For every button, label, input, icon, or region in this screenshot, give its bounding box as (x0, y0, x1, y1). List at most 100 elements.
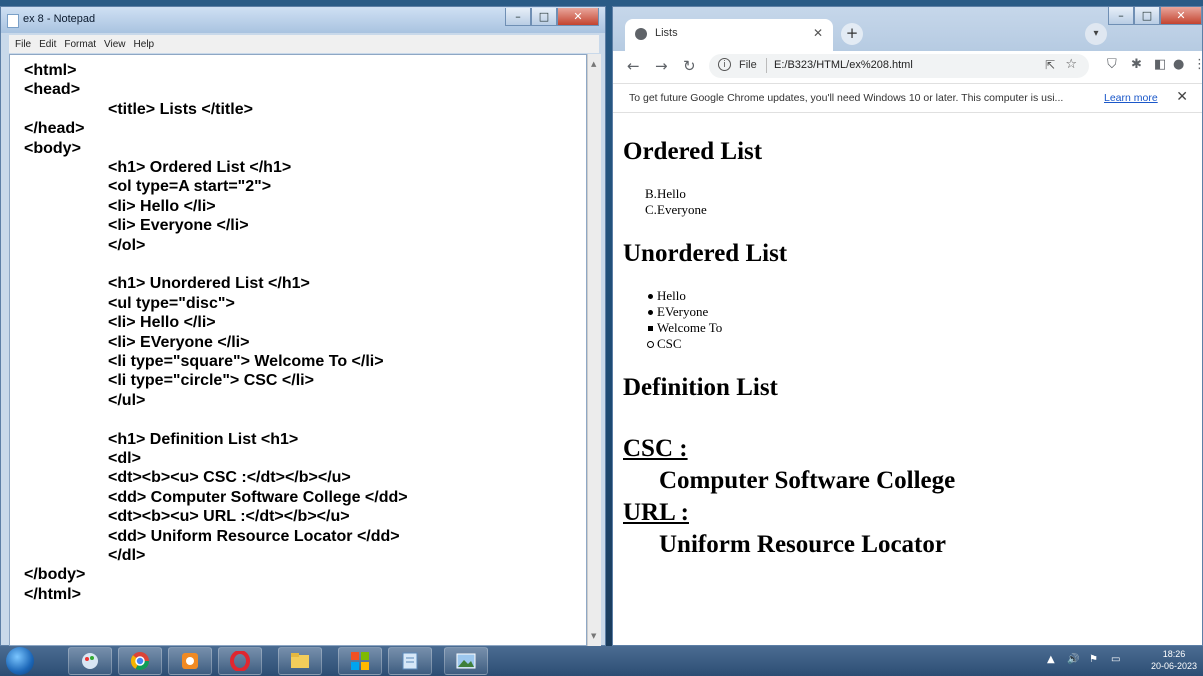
menu-view[interactable]: View (104, 39, 126, 50)
desktop: ex 8 - Notepad – □ ✕ File Edit Format Vi… (0, 0, 1203, 676)
code-line: <head> (24, 81, 81, 99)
menu-help[interactable]: Help (134, 39, 155, 50)
close-icon[interactable]: ✕ (557, 8, 599, 26)
photo-viewer-app-icon[interactable] (444, 647, 488, 675)
notepad-titlebar[interactable]: ex 8 - Notepad – □ ✕ (1, 7, 605, 33)
browser-close-icon[interactable]: ✕ (1160, 7, 1202, 25)
code-line: </ul> (108, 391, 146, 409)
url-scheme-label: File (739, 59, 757, 71)
opera-app-icon[interactable] (218, 647, 262, 675)
infobar-message: To get future Google Chrome updates, you… (629, 92, 1064, 104)
scroll-up-icon[interactable]: ▲ (591, 60, 596, 68)
image-icon (456, 653, 476, 669)
notepad-task-button[interactable] (388, 647, 432, 675)
browser-tab[interactable]: Lists ✕ (625, 19, 833, 51)
url-text[interactable]: E:/B323/HTML/ex%208.html (774, 59, 913, 71)
menu-file[interactable]: File (15, 39, 31, 50)
globe-icon (635, 28, 647, 40)
minimize-icon[interactable]: – (505, 8, 531, 26)
address-bar[interactable]: i File E:/B323/HTML/ex%208.html ⇱ ☆ (709, 54, 1089, 78)
infobar-close-icon[interactable]: ✕ (1176, 89, 1188, 105)
browser-tabstrip: Lists ✕ + ▾ – □ ✕ (613, 7, 1202, 51)
share-icon[interactable]: ⇱ (1045, 58, 1055, 72)
tray-expand-icon[interactable]: ▲ (1047, 654, 1055, 665)
extensions-puzzle-icon[interactable]: ✱ (1131, 57, 1142, 72)
code-line: <li> Hello </li> (108, 314, 216, 332)
unordered-item-3: Welcome To (657, 320, 723, 335)
ordered-marker-1: B. (645, 186, 657, 201)
code-line: <li type="circle"> CSC </li> (108, 372, 314, 390)
code-line: </dl> (108, 547, 146, 564)
tab-title: Lists (655, 27, 678, 39)
browser-maximize-icon[interactable]: □ (1134, 7, 1160, 25)
paint-app-icon[interactable] (68, 647, 112, 675)
code-line: <ul type="disc"> (108, 294, 235, 312)
notepad-text-area[interactable]: <html> <head> <title> Lists </title> </head… (9, 54, 587, 646)
code-line: <dl> (108, 450, 141, 467)
tab-close-icon[interactable]: ✕ (813, 26, 823, 40)
network-icon[interactable]: ▭ (1111, 654, 1120, 665)
windows-logo-icon (351, 652, 369, 670)
code-line: <dd> Uniform Resource Locator </dd> (108, 527, 400, 545)
code-line: <h1> Unordered List </h1> (108, 275, 310, 293)
learn-more-link[interactable]: Learn more (1104, 92, 1158, 104)
taskbar-clock[interactable]: 18:26 20-06-2023 (1151, 648, 1197, 672)
definition-term-1: CSC : (623, 435, 688, 462)
info-icon[interactable]: i (718, 58, 731, 71)
bookmark-star-icon[interactable]: ☆ (1065, 57, 1077, 72)
folder-icon (291, 653, 309, 668)
browser-minimize-icon[interactable]: – (1108, 7, 1134, 25)
square-bullet-icon (648, 326, 653, 331)
code-line: <h1> Ordered List </h1> (108, 159, 292, 176)
scroll-down-icon[interactable]: ▼ (591, 632, 596, 640)
ordered-item-1: Hello (657, 186, 686, 201)
paint-icon (82, 653, 98, 669)
back-arrow-icon[interactable]: ← (627, 57, 640, 75)
profile-avatar-icon[interactable]: ● (1173, 57, 1184, 72)
chrome-app-icon[interactable] (118, 647, 162, 675)
clock-date: 20-06-2023 (1150, 661, 1197, 671)
code-line: <h1> Definition List <h1> (108, 430, 299, 448)
code-line: <body> (24, 139, 81, 157)
disc-bullet-icon (648, 294, 653, 299)
maximize-icon[interactable]: □ (531, 8, 557, 26)
chrome-icon (130, 652, 149, 671)
reload-icon[interactable]: ↻ (683, 57, 696, 75)
explorer-app-icon[interactable] (278, 647, 322, 675)
tab-search-icon[interactable]: ▾ (1085, 23, 1107, 45)
definition-term-2: URL : (623, 499, 689, 526)
definition-description-2: Uniform Resource Locator (659, 531, 946, 558)
code-line: <ol type=A start="2"> (108, 178, 272, 196)
ordered-item-2: Everyone (657, 202, 707, 217)
notepad-menubar: File Edit Format View Help (9, 35, 599, 53)
browser-toolbar: ← → ↻ i File E:/B323/HTML/ex%208.html ⇱ … (613, 51, 1202, 81)
unordered-item-2: EVeryone (657, 304, 709, 319)
menu-edit[interactable]: Edit (39, 39, 56, 50)
notepad-app-icon (402, 652, 418, 670)
notepad-title: ex 8 - Notepad (23, 13, 96, 25)
volume-icon[interactable]: 🔊 (1067, 654, 1079, 665)
new-tab-button[interactable]: + (841, 23, 863, 45)
ordered-marker-2: C. (645, 202, 657, 217)
unordered-list-heading: Unordered List (623, 240, 788, 267)
windows-app-icon[interactable] (338, 647, 382, 675)
action-center-icon[interactable]: ⚑ (1089, 654, 1098, 665)
code-line: <li> EVeryone </li> (108, 333, 250, 351)
menu-format[interactable]: Format (64, 39, 96, 50)
notepad-window: ex 8 - Notepad – □ ✕ File Edit Format Vi… (0, 6, 606, 646)
side-panel-icon[interactable]: ◧ (1154, 57, 1166, 72)
shield-extension-icon[interactable]: ⛉ (1107, 57, 1117, 72)
disc-bullet-icon (648, 310, 653, 315)
notepad-scrollbar[interactable]: ▲ ▼ (587, 54, 601, 646)
start-button[interactable] (6, 647, 34, 675)
browser-window-controls: – □ ✕ (1108, 7, 1202, 25)
media-app-icon[interactable] (168, 647, 212, 675)
web-page-content: Ordered List B. Hello C. Everyone Unorde… (613, 113, 1202, 645)
code-line: </html> (24, 585, 81, 603)
ordered-list-heading: Ordered List (623, 138, 763, 165)
notepad-icon (7, 14, 19, 28)
circle-bullet-icon (647, 341, 654, 348)
kebab-menu-icon[interactable]: ⋮ (1193, 57, 1202, 72)
forward-arrow-icon[interactable]: → (655, 57, 668, 75)
taskbar: ▲ 🔊 ⚑ ▭ 18:26 20-06-2023 (0, 646, 1203, 676)
